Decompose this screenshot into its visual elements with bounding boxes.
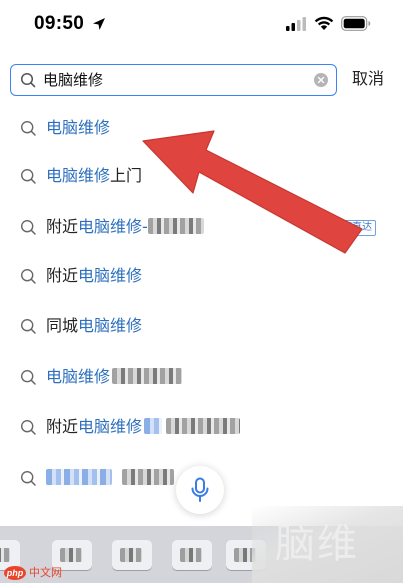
suggestion-text bbox=[46, 467, 174, 489]
blurred-text bbox=[112, 368, 183, 384]
location-arrow-icon bbox=[93, 18, 105, 30]
search-icon bbox=[20, 72, 36, 88]
watermark-text: 脑维 bbox=[275, 521, 359, 567]
search-icon bbox=[20, 268, 36, 284]
microphone-icon bbox=[191, 477, 209, 502]
suggestion-text: 电脑维修 bbox=[46, 118, 111, 137]
suggestion-text: 电脑维修上门 bbox=[46, 166, 143, 185]
mini-program-tag[interactable]: 小程序直达 bbox=[318, 220, 376, 236]
blurred-text bbox=[46, 469, 112, 485]
blurred-text bbox=[144, 418, 163, 434]
status-time: 09:50 bbox=[34, 13, 85, 34]
keyboard-key[interactable] bbox=[172, 540, 212, 570]
signal-icon bbox=[286, 17, 306, 31]
search-icon bbox=[20, 369, 36, 385]
keyboard-key[interactable] bbox=[112, 540, 152, 570]
suggestion-text: 附近电脑维修 bbox=[46, 266, 143, 285]
search-query: 电脑维修 bbox=[43, 71, 104, 89]
search-icon bbox=[20, 470, 36, 486]
cancel-button[interactable]: 取消 bbox=[352, 69, 384, 89]
blurred-text bbox=[147, 218, 204, 234]
suggestion-item[interactable]: 同城电脑维修 bbox=[0, 304, 403, 352]
suggestion-text: 附近电脑维修 bbox=[46, 416, 241, 438]
suggestion-item[interactable]: 电脑维修 bbox=[0, 106, 403, 154]
suggestion-item[interactable]: 附近电脑维修 bbox=[0, 254, 403, 302]
suggestion-item[interactable]: 电脑维修上门 bbox=[0, 154, 403, 202]
wifi-icon bbox=[314, 16, 334, 30]
suggestion-item[interactable]: 附近电脑维修 bbox=[0, 405, 403, 453]
blurred-text bbox=[166, 418, 241, 434]
blurred-text bbox=[122, 469, 174, 485]
suggestion-item[interactable]: 电脑维修 bbox=[0, 355, 403, 403]
search-icon bbox=[20, 219, 36, 235]
suggestion-text: 同城电脑维修 bbox=[46, 316, 143, 335]
search-input[interactable]: 电脑维修 bbox=[10, 64, 337, 96]
clear-icon[interactable] bbox=[314, 73, 328, 87]
suggestion-text: 附近电脑维修- bbox=[46, 216, 204, 238]
search-icon bbox=[20, 120, 36, 136]
php-logo: php bbox=[4, 566, 26, 580]
status-bar: 09:50 bbox=[0, 0, 403, 50]
suggestion-item[interactable]: 附近电脑维修- 小程序直达 bbox=[0, 205, 403, 253]
search-icon bbox=[20, 419, 36, 435]
watermark-label: 中文网 bbox=[29, 566, 62, 579]
suggestion-text: 电脑维修 bbox=[46, 366, 183, 388]
battery-icon bbox=[341, 16, 371, 31]
voice-search-button[interactable] bbox=[176, 466, 224, 514]
search-icon bbox=[20, 168, 36, 184]
search-icon bbox=[20, 318, 36, 334]
